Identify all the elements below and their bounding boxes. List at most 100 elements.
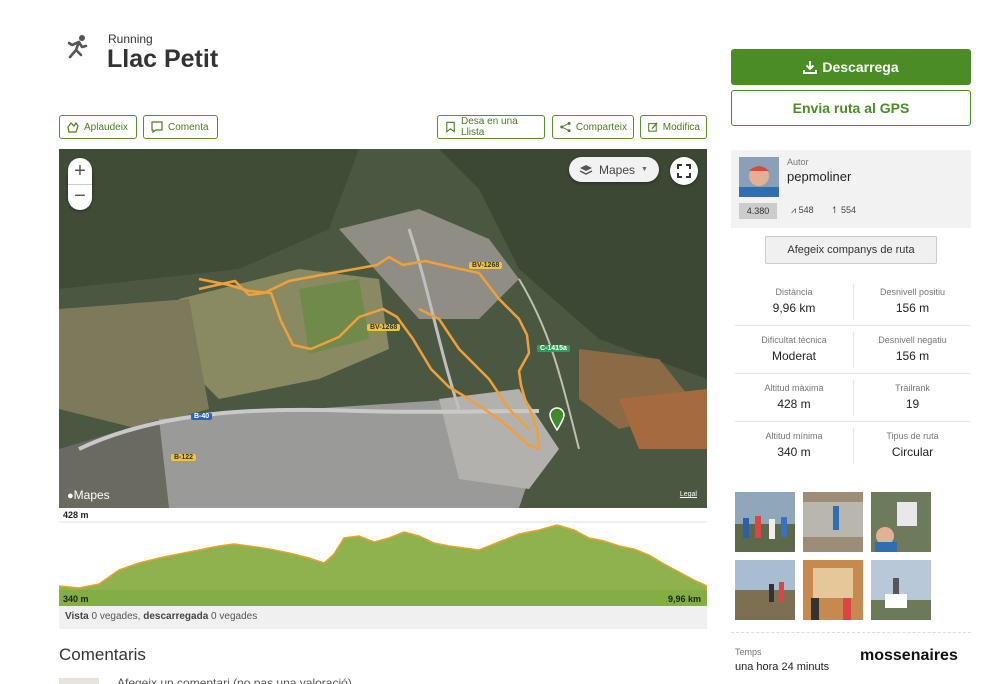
stat-min-altitude: Altitud mínima 340 m <box>735 422 853 470</box>
downloads-count: 0 vegades <box>208 611 258 622</box>
layers-icon <box>579 164 593 175</box>
followers-icon: ↿ <box>831 205 842 215</box>
stat-value: 156 m <box>895 349 930 363</box>
time-section: Temps una hora 24 minuts mossenaires <box>731 632 971 673</box>
zoom-out-button[interactable]: − <box>68 185 92 210</box>
author-followers-stat: ↿ 554 <box>831 205 856 216</box>
edit-label: Modifica <box>662 121 700 133</box>
stat-value: Moderat <box>771 349 817 363</box>
stat-label: Altitud mínima <box>765 431 823 441</box>
fullscreen-button[interactable] <box>670 157 698 185</box>
zoom-in-button[interactable]: + <box>68 158 92 184</box>
stat-label: Altitud màxima <box>764 383 824 393</box>
photo-thumbnail[interactable] <box>735 560 795 620</box>
apple-logo-icon: ● <box>67 490 74 502</box>
time-label: Temps <box>735 647 762 657</box>
route-map[interactable]: BV-1268 BV-1268 C-1415a B-40 B-122 + − M… <box>59 149 707 508</box>
share-icon <box>560 121 571 133</box>
stat-label: Distància <box>775 287 813 297</box>
comment-button[interactable]: Comenta <box>143 115 218 139</box>
stat-elevation-loss: Desnivell negatiu 156 m <box>853 332 971 368</box>
save-to-list-button[interactable]: Desa en una Llista <box>437 115 545 139</box>
time-value: una hora 24 minuts <box>735 661 830 673</box>
chevron-down-icon: ▼ <box>641 166 648 173</box>
views-count: 0 vegades, <box>88 611 144 622</box>
map-layers-label: Mapes <box>599 162 636 177</box>
send-to-gps-button[interactable]: Envia ruta al GPS <box>731 90 971 126</box>
stat-label: Trailrank <box>895 383 930 393</box>
maps-provider-label: Mapes <box>73 488 110 502</box>
views-label: Vista <box>65 611 89 622</box>
stat-difficulty: Dificultat tècnica Moderat <box>735 326 853 374</box>
author-card[interactable]: Autor pepmoliner 4.380 ⩘ 548 ↿ 554 <box>731 150 971 228</box>
stat-value: 156 m <box>895 301 930 315</box>
download-icon <box>803 61 818 74</box>
stat-elevation-gain: Desnivell positiu 156 m <box>853 284 971 320</box>
stat-label: Tipus de ruta <box>886 431 939 441</box>
road-label-b122: B-122 <box>171 454 197 461</box>
author-photo <box>739 157 779 197</box>
elevation-distance-label: 9,96 km <box>668 594 702 604</box>
share-button[interactable]: Comparteix <box>552 115 634 139</box>
road-label-c1415a: C-1415a <box>537 345 570 352</box>
photo-thumbnail[interactable] <box>735 492 795 552</box>
applaud-label: Aplaudeix <box>84 121 128 133</box>
applaud-button[interactable]: Aplaudeix <box>59 115 137 139</box>
photo-thumbnail[interactable] <box>803 492 863 552</box>
elevation-chart[interactable] <box>59 508 707 606</box>
stat-value: 340 m <box>777 445 811 459</box>
map-layers-dropdown[interactable]: Mapes ▼ <box>569 157 659 182</box>
stat-value: 9,96 km <box>772 301 816 315</box>
comments-heading: Comentaris <box>59 645 146 664</box>
road-label-bv1268-b: BV-1268 <box>367 324 401 331</box>
elevation-min-label: 340 m <box>63 594 89 604</box>
comment-avatar <box>59 678 99 684</box>
view-stats: Vista 0 vegades, descarregada 0 vegades <box>59 606 707 629</box>
running-icon <box>67 35 88 59</box>
stat-label: Desnivell negatiu <box>878 335 947 345</box>
routes-icon: ⩘ <box>791 205 799 215</box>
clap-icon <box>67 121 79 133</box>
share-label: Comparteix <box>575 121 627 133</box>
edit-icon <box>648 122 658 132</box>
comment-input-preview[interactable]: Afegeix un comentari (no pas una valorac… <box>117 676 352 684</box>
stat-trailrank: Trailrank 19 <box>853 380 971 416</box>
watermark: mossenaires <box>860 647 958 664</box>
routes-count: 548 <box>798 205 814 215</box>
activity-type: Running <box>108 32 153 46</box>
photo-thumbnail[interactable] <box>803 560 863 620</box>
page-title: Llac Petit <box>107 45 219 73</box>
stat-value: 428 m <box>777 397 811 411</box>
downloads-label: descarregada <box>143 611 209 622</box>
stat-max-altitude: Altitud màxima 428 m <box>735 374 853 422</box>
edit-button[interactable]: Modifica <box>640 115 707 139</box>
photo-thumbnail[interactable] <box>871 560 931 620</box>
route-stats: Distància 9,96 km Desnivell positiu 156 m … <box>735 278 971 470</box>
start-marker-icon[interactable] <box>549 407 565 431</box>
avatar[interactable] <box>739 157 779 197</box>
road-label-bv1268: BV-1268 <box>469 262 503 269</box>
maps-provider-logo: ●Mapes <box>67 488 110 502</box>
fullscreen-icon <box>677 164 691 178</box>
save-to-list-label: Desa en una Llista <box>461 116 518 138</box>
download-button[interactable]: Descarrega <box>731 49 971 85</box>
download-label: Descarrega <box>822 59 899 75</box>
stat-value: 19 <box>905 397 920 411</box>
author-name[interactable]: pepmoliner <box>787 169 851 184</box>
author-routes-stat: ⩘ 548 <box>791 205 814 216</box>
author-label: Autor <box>787 157 809 167</box>
legal-link[interactable]: Legal <box>680 491 697 498</box>
bookmark-icon <box>446 121 455 133</box>
stat-route-type: Tipus de ruta Circular <box>853 428 971 464</box>
stat-label: Desnivell positiu <box>879 287 946 297</box>
author-score-badge: 4.380 <box>739 203 777 219</box>
stat-distance: Distància 9,96 km <box>735 278 853 326</box>
road-label-b40: B-40 <box>191 413 213 420</box>
comment-label: Comenta <box>168 121 209 133</box>
stat-label: Dificultat tècnica <box>761 335 827 345</box>
followers-count: 554 <box>841 205 857 215</box>
add-companions-button[interactable]: Afegeix companys de ruta <box>765 236 937 264</box>
elevation-max-label: 428 m <box>63 510 89 520</box>
photo-thumbnail[interactable] <box>871 492 931 552</box>
stat-value: Circular <box>891 445 934 459</box>
